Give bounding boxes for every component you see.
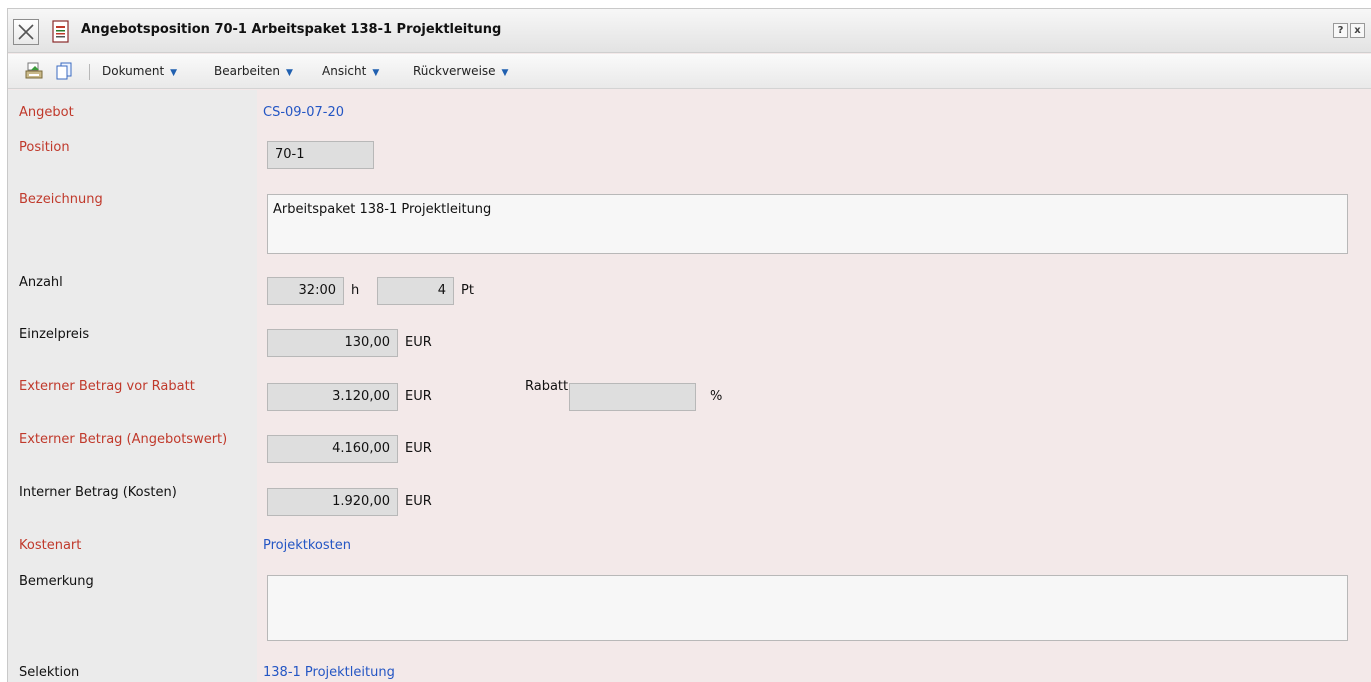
- intern-kosten-label: Interner Betrag (Kosten): [19, 485, 177, 500]
- selektion-link[interactable]: 138-1 Projektleitung: [263, 665, 395, 680]
- bemerkung-textarea[interactable]: [267, 575, 1348, 641]
- rabatt-label: Rabatt: [525, 379, 569, 394]
- anzahl-days-field[interactable]: 4: [377, 277, 454, 305]
- dialog-window: Angebotsposition 70-1 Arbeitspaket 138-1…: [7, 8, 1371, 682]
- extern-angebotswert-unit: EUR: [405, 441, 432, 456]
- close-button[interactable]: x: [1350, 23, 1365, 38]
- position-field[interactable]: 70-1: [267, 141, 374, 169]
- intern-kosten-field[interactable]: 1.920,00: [267, 488, 398, 516]
- extern-angebotswert-label: Externer Betrag (Angebotswert): [19, 432, 228, 447]
- selektion-label: Selektion: [19, 665, 80, 680]
- help-button[interactable]: ?: [1333, 23, 1348, 38]
- angebot-link[interactable]: CS-09-07-20: [263, 105, 344, 120]
- anzahl-label: Anzahl: [19, 275, 63, 290]
- menu-dokument[interactable]: Dokument ▼: [102, 64, 177, 78]
- kostenart-link[interactable]: Projektkosten: [263, 538, 351, 553]
- rabatt-unit: %: [710, 389, 723, 404]
- extern-vor-rabatt-label: Externer Betrag vor Rabatt: [19, 379, 195, 394]
- window-title: Angebotsposition 70-1 Arbeitspaket 138-1…: [81, 22, 502, 37]
- hours-unit: h: [351, 283, 360, 298]
- copy-icon[interactable]: [54, 61, 74, 81]
- print-icon[interactable]: [24, 61, 44, 81]
- intern-kosten-unit: EUR: [405, 494, 432, 509]
- angebot-label: Angebot: [19, 105, 74, 120]
- menu-rueckverweise[interactable]: Rückverweise ▼: [413, 64, 508, 78]
- extern-angebotswert-field[interactable]: 4.160,00: [267, 435, 398, 463]
- einzelpreis-field[interactable]: 130,00: [267, 329, 398, 357]
- position-label: Position: [19, 140, 70, 155]
- toolbar-separator: [89, 64, 90, 80]
- chevron-down-icon: ▼: [170, 68, 178, 78]
- rabatt-field[interactable]: [569, 383, 696, 411]
- menu-ansicht[interactable]: Ansicht ▼: [322, 64, 379, 78]
- extern-vor-rabatt-unit: EUR: [405, 389, 432, 404]
- chevron-down-icon: ▼: [501, 68, 509, 78]
- extern-vor-rabatt-field[interactable]: 3.120,00: [267, 383, 398, 411]
- close-icon[interactable]: [13, 19, 39, 45]
- document-icon: [51, 20, 71, 44]
- title-bar: Angebotsposition 70-1 Arbeitspaket 138-1…: [8, 9, 1371, 53]
- days-unit: Pt: [461, 283, 474, 298]
- einzelpreis-label: Einzelpreis: [19, 327, 90, 342]
- bezeichnung-label: Bezeichnung: [19, 192, 103, 207]
- kostenart-label: Kostenart: [19, 538, 82, 553]
- einzelpreis-unit: EUR: [405, 335, 432, 350]
- bemerkung-label: Bemerkung: [19, 574, 94, 589]
- anzahl-hours-field[interactable]: 32:00: [267, 277, 344, 305]
- chevron-down-icon: ▼: [285, 68, 293, 78]
- menu-bearbeiten[interactable]: Bearbeiten ▼: [214, 64, 293, 78]
- toolbar: Dokument ▼ Bearbeiten ▼ Ansicht ▼ Rückverwe…: [8, 54, 1371, 89]
- bezeichnung-textarea[interactable]: Arbeitspaket 138-1 Projektleitung: [267, 194, 1348, 254]
- chevron-down-icon: ▼: [372, 68, 380, 78]
